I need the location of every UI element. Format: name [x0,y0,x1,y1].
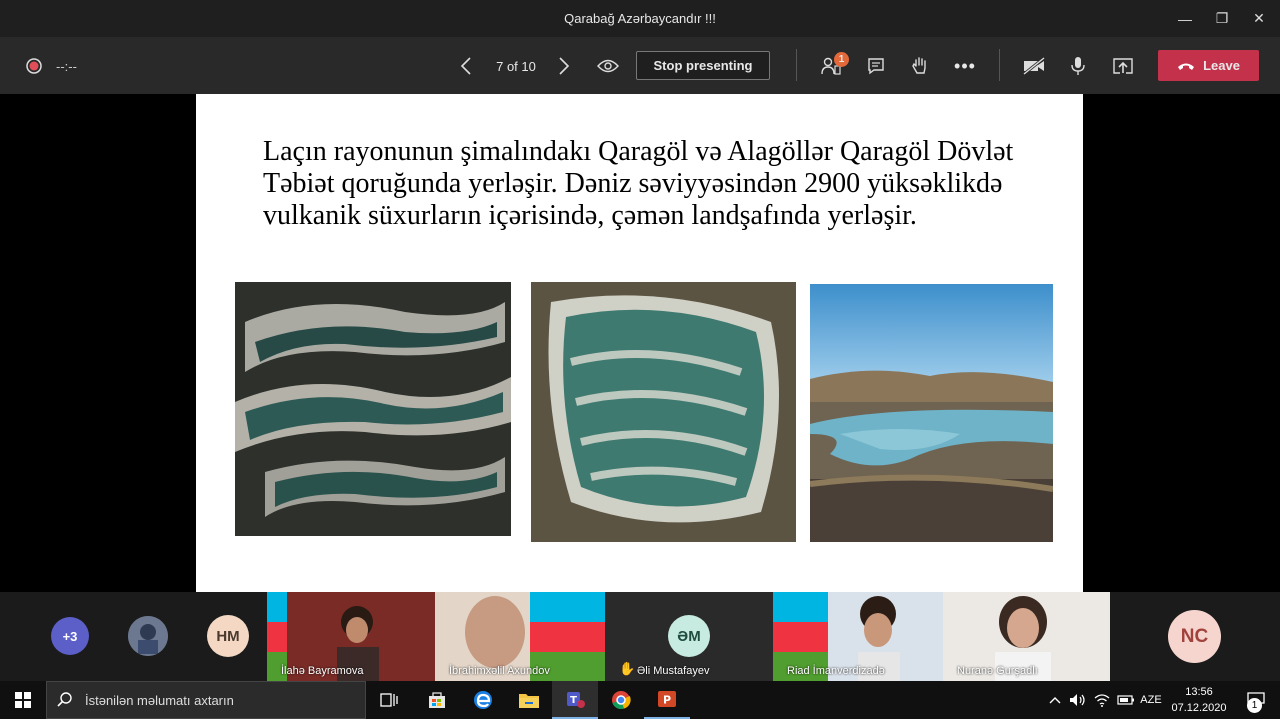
more-options-icon[interactable]: ••• [952,54,978,78]
participant-video-tile[interactable]: Nuranə Gurşadlı [943,592,1110,681]
clock-time: 13:56 [1185,686,1213,698]
keyboard-language-indicator[interactable]: AZE [1138,681,1164,719]
battery-icon[interactable] [1114,681,1138,719]
aerial-lakes-photo-2 [531,282,796,542]
chrome-browser-icon[interactable] [598,681,644,719]
powerpoint-app-icon[interactable]: P [644,681,690,719]
svg-text:P: P [663,694,671,707]
participant-tile[interactable]: ƏM ✋ Əli Mustafayev [605,592,773,681]
participant-video-tile[interactable]: İbrahimxəlil Axundov [435,592,605,681]
edge-browser-icon[interactable] [460,681,506,719]
participant-video-tile[interactable]: İlahə Bayramova [267,592,435,681]
aerial-lakes-photo-1 [235,282,511,536]
search-icon [57,692,73,708]
toolbar-divider [796,49,797,81]
windows-taskbar: İstənilən məlumatı axtarın T P AZE 13:56… [0,681,1280,719]
meeting-toolbar: --:-- 7 of 10 Stop presenting 1 ••• Leav… [0,37,1280,94]
window-title: Qarabağ Azərbaycandır !!! [564,11,716,26]
eye-icon[interactable] [596,54,620,78]
clock-date: 07.12.2020 [1171,702,1227,714]
participant-avatar-photo[interactable] [128,616,168,656]
search-placeholder: İstənilən məlumatı axtarın [85,692,234,708]
participants-badge: 1 [834,52,849,67]
hang-up-icon [1177,61,1195,71]
overflow-participants-count[interactable]: +3 [51,617,89,655]
raised-hand-icon: ✋ [619,661,636,676]
stop-presenting-button[interactable]: Stop presenting [636,51,770,80]
next-slide-icon[interactable] [553,54,575,78]
participant-name: Riad İmanverdizadə [787,665,885,677]
slide-page-indicator: 7 of 10 [496,58,536,74]
show-hidden-icons-chevron-icon[interactable] [1044,681,1066,719]
volume-icon[interactable] [1066,681,1090,719]
camera-off-icon[interactable] [1020,54,1048,78]
meeting-timer: --:-- [56,58,77,74]
svg-text:T: T [570,695,577,706]
title-bar: Qarabağ Azərbaycandır !!! — ❐ ✕ [0,0,1280,37]
leave-label: Leave [1203,58,1240,73]
wifi-icon[interactable] [1090,681,1114,719]
raise-hand-icon[interactable] [908,54,932,78]
participant-avatar-initials: ƏM [668,615,710,657]
windows-start-icon[interactable] [0,681,46,719]
file-explorer-icon[interactable] [506,681,552,719]
task-view-icon[interactable] [366,681,412,719]
teams-app-icon[interactable]: T [552,681,598,719]
leave-button[interactable]: Leave [1158,50,1259,81]
share-screen-icon[interactable] [1110,54,1136,78]
record-icon [24,56,44,76]
store-app-icon[interactable] [414,681,460,719]
slide-body-text: Laçın rayonunun şimalındakı Qaragöl və A… [263,136,1014,231]
mountain-lake-photo [810,284,1053,542]
system-clock[interactable]: 13:56 07.12.2020 [1166,684,1232,718]
participant-name: İlahə Bayramova [281,665,364,677]
microphone-icon[interactable] [1068,54,1088,78]
participant-name: İbrahimxəlil Axundov [449,665,550,677]
participant-video-tile[interactable]: Riad İmanverdizadə [773,592,943,681]
participant-name: Əli Mustafayev [637,665,710,677]
notification-badge: 1 [1247,698,1262,713]
participant-avatar-initials[interactable]: HM [207,615,249,657]
participant-name: Nuranə Gurşadlı [957,665,1038,677]
toolbar-divider [999,49,1000,81]
participant-avatar-initials: NC [1168,610,1221,663]
participant-gallery: +3 HM İlahə Bayramova İbrahimxəlil Axund… [0,592,1280,681]
shared-slide: Laçın rayonunun şimalındakı Qaragöl və A… [196,94,1083,592]
close-button[interactable]: ✕ [1240,0,1278,37]
taskbar-search-box[interactable]: İstənilən məlumatı axtarın [46,681,366,719]
chat-icon[interactable] [864,54,888,78]
minimize-button[interactable]: — [1166,0,1204,37]
previous-slide-icon[interactable] [455,54,477,78]
participant-tile[interactable]: NC [1110,592,1280,681]
maximize-button[interactable]: ❐ [1203,0,1241,37]
